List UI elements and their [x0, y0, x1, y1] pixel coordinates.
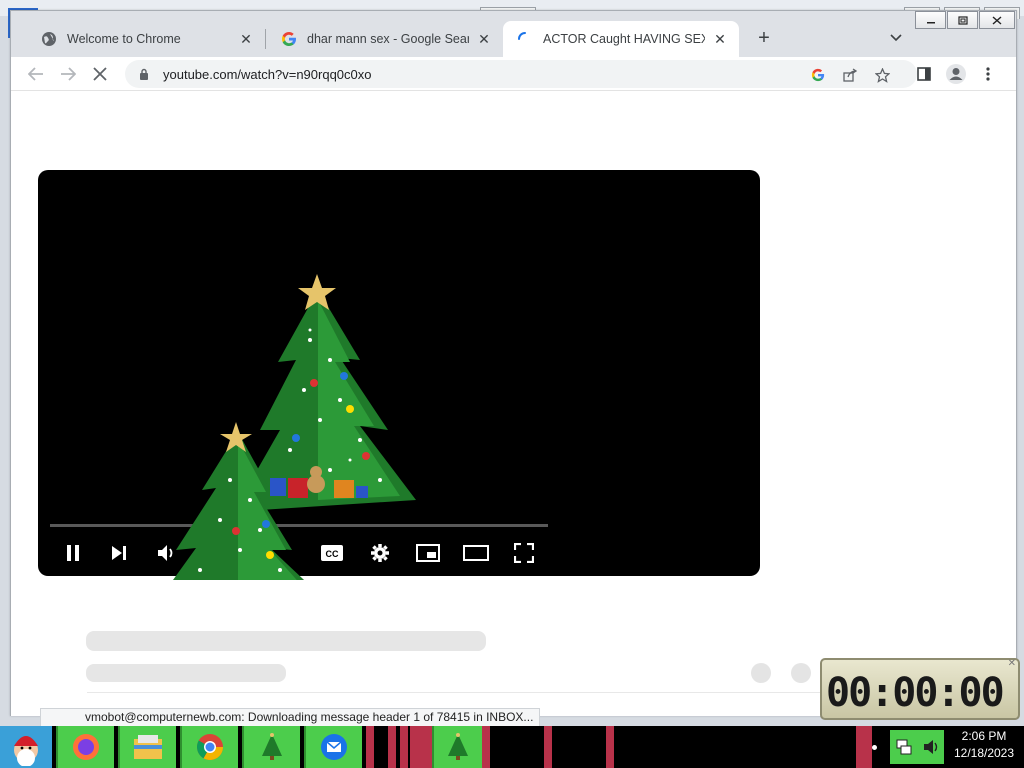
close-icon[interactable]: ✕: [475, 30, 493, 48]
forward-arrow-icon[interactable]: [55, 61, 81, 87]
taskbar-marker: [856, 726, 872, 768]
close-icon[interactable]: [979, 11, 1015, 29]
url-text: youtube.com/watch?v=n90rqq0c0xo: [163, 66, 372, 82]
google-lens-icon[interactable]: [809, 66, 827, 84]
subtitle-placeholder: [86, 664, 286, 682]
taskbar-thunderbird[interactable]: [304, 726, 362, 768]
taskbar-marker: [544, 726, 552, 768]
restore-icon[interactable]: [947, 11, 978, 29]
google-g-icon: [281, 31, 297, 47]
chrome-icon: [196, 734, 224, 761]
close-icon[interactable]: ✕: [1008, 658, 1016, 669]
tab-strip: Welcome to Chrome ✕ dhar mann sex - Goog…: [11, 11, 1016, 57]
globe-icon: [41, 31, 57, 47]
tab-title: ACTOR Caught HAVING SEX, Wh: [543, 32, 705, 46]
taskbar-marker: [400, 726, 408, 768]
santa-start-icon: [14, 736, 38, 766]
network-icon: [896, 739, 911, 755]
start-button[interactable]: [0, 726, 52, 768]
tab-youtube-video[interactable]: ACTOR Caught HAVING SEX, Wh ✕: [503, 21, 739, 57]
profile-avatar-icon[interactable]: [943, 61, 969, 87]
christmas-tree-icon: [448, 733, 468, 760]
taskbar-firefox[interactable]: [56, 726, 114, 768]
fullscreen-icon[interactable]: [509, 538, 539, 568]
theater-icon[interactable]: [461, 538, 491, 568]
loading-dot: [791, 663, 811, 683]
lock-icon[interactable]: [137, 68, 151, 80]
side-panel-icon[interactable]: [911, 61, 937, 87]
clock-date: 12/18/2023: [953, 746, 1015, 760]
taskbar-chrome[interactable]: [180, 726, 238, 768]
close-icon[interactable]: ✕: [237, 30, 255, 48]
bookmark-star-icon[interactable]: [873, 66, 891, 84]
timer-digits: 00:00:00: [826, 670, 1005, 716]
tab-title: Welcome to Chrome: [67, 32, 181, 46]
minimize-icon[interactable]: [915, 11, 946, 29]
thunderbird-icon: [321, 734, 347, 760]
more-menu-icon[interactable]: [975, 61, 1001, 87]
taskbar-christmas-tree[interactable]: [432, 726, 482, 768]
tray-dot: [872, 745, 877, 750]
christmas-tree-icon: [262, 733, 282, 760]
loading-spinner-icon: [517, 31, 533, 47]
tab-title: dhar mann sex - Google Search: [307, 32, 469, 46]
status-bar: vmobot@computernewb.com: Downloading mes…: [40, 708, 540, 726]
back-arrow-icon[interactable]: [23, 61, 49, 87]
taskbar-marker: [482, 726, 490, 768]
toolbar: youtube.com/watch?v=n90rqq0c0xo: [11, 57, 1016, 91]
new-tab-button[interactable]: +: [751, 25, 777, 51]
tab-search-icon[interactable]: [883, 25, 909, 51]
file-explorer-icon: [134, 735, 162, 759]
christmas-tree-icon: [240, 274, 416, 510]
tab-google-search[interactable]: dhar mann sex - Google Search ✕: [267, 21, 503, 57]
volume-icon: [923, 740, 937, 754]
address-bar[interactable]: youtube.com/watch?v=n90rqq0c0xo: [125, 60, 917, 88]
close-icon[interactable]: ✕: [711, 30, 729, 48]
tab-separator: [265, 29, 266, 49]
share-icon[interactable]: [841, 66, 859, 84]
taskbar-christmas-tree[interactable]: [242, 726, 300, 768]
firefox-icon: [73, 734, 99, 760]
timer-gadget[interactable]: 00:00:00 ✕: [820, 658, 1020, 720]
christmas-tree-gadget[interactable]: [120, 100, 420, 612]
loading-dot: [751, 663, 771, 683]
clock-time: 2:06 PM: [961, 729, 1007, 743]
tab-welcome[interactable]: Welcome to Chrome ✕: [27, 21, 265, 57]
stop-loading-icon[interactable]: [87, 61, 113, 87]
taskbar-marker: [606, 726, 614, 768]
taskbar-marker: [366, 726, 374, 768]
taskbar-marker: [388, 726, 396, 768]
taskbar-marker: [410, 726, 432, 768]
pause-icon[interactable]: [58, 538, 88, 568]
title-placeholder: [86, 631, 486, 651]
taskbar-file-explorer[interactable]: [118, 726, 176, 768]
system-tray[interactable]: [890, 730, 944, 764]
taskbar: 2:06 PM 12/18/2023: [0, 726, 1024, 768]
taskbar-clock[interactable]: 2:06 PM 12/18/2023: [944, 728, 1024, 766]
